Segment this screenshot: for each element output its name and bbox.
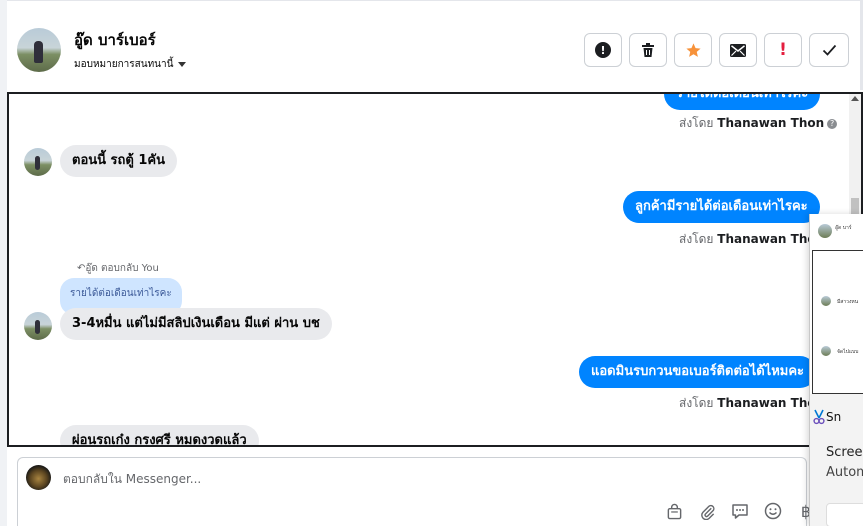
overlay-tiny-text: อู๊ด บาร์ — [835, 225, 852, 231]
messenger-inbox-page: อู๊ด บาร์เบอร์ มอบหมายการสนทนานี้ ! ! รา… — [0, 0, 863, 526]
conversation-thread[interactable]: รายได้ต่อเดือนเท่าไรคะ ส่งโดย Thanawan T… — [7, 92, 863, 447]
left-panel-edge — [0, 0, 7, 526]
message-bubble-incoming[interactable]: 3-4หมื่น แต่ไม่มีสลิปเงินเดือน มีแต่ ผ่า… — [60, 308, 332, 340]
composer-tools: ฿ — [664, 501, 816, 521]
scroll-up-arrow-icon[interactable] — [851, 96, 859, 101]
assign-label: มอบหมายการสนทนานี้ — [74, 59, 174, 70]
shopping-bag-button[interactable] — [664, 501, 684, 521]
reply-input[interactable] — [63, 472, 663, 486]
assign-conversation-dropdown[interactable]: มอบหมายการสนทนานี้ — [74, 57, 187, 72]
envelope-icon — [730, 43, 746, 57]
mark-done-button[interactable] — [809, 33, 849, 67]
sent-by-prefix: ส่งโดย — [679, 396, 714, 410]
overlay-screenshot-preview: มีสาวงหน จัดไปแบบ — [812, 250, 863, 394]
sent-by-label: ส่งโดย Thanawan Thon — [679, 394, 824, 413]
reply-indicator: ↶อู๊ด ตอบกลับ You — [77, 263, 159, 274]
reply-composer: ฿ — [17, 457, 811, 526]
attach-file-button[interactable] — [697, 501, 717, 521]
page-avatar — [26, 465, 51, 490]
sent-by-label: ส่งโดย Thanawan Thon — [679, 230, 824, 249]
message-bubble-outgoing[interactable]: รายได้ต่อเดือนเท่าไรคะ — [664, 94, 821, 110]
overlay-thumbnail-header: อู๊ด บาร์ — [810, 214, 863, 250]
sent-by-prefix: ส่งโดย — [679, 116, 714, 130]
smiley-icon — [764, 502, 782, 520]
exclamation-circle-icon: ! — [595, 42, 611, 58]
trash-icon — [642, 43, 654, 57]
conversation-header: อู๊ด บาร์เบอร์ มอบหมายการสนทนานี้ ! ! — [7, 0, 863, 92]
message-bubble-outgoing[interactable]: ลูกค้ามีรายได้ต่อเดือนเท่าไรคะ — [623, 191, 820, 223]
report-button[interactable]: ! — [584, 33, 622, 67]
snipping-tool-title: Sn — [826, 410, 842, 424]
chat-bubble-icon — [732, 503, 748, 519]
conversation-toolbar: ! ! — [584, 33, 849, 67]
message-bubble-outgoing[interactable]: แอดมินรบกวนขอเบอร์ติดต่อได้ไหมคะ — [579, 356, 817, 388]
emoji-button[interactable] — [763, 501, 783, 521]
star-button[interactable] — [674, 33, 712, 67]
saved-replies-button[interactable] — [730, 501, 750, 521]
overlay-tiny-text: จัดไปแบบ — [837, 349, 859, 355]
paperclip-icon — [700, 504, 715, 520]
star-icon — [685, 42, 701, 57]
notification-title: Screer — [826, 445, 863, 460]
overlay-tiny-text: มีสาวงหน — [837, 299, 859, 305]
notification-action-button[interactable] — [826, 503, 863, 526]
snipping-tool-icon — [813, 409, 825, 425]
contact-avatar[interactable] — [17, 28, 61, 72]
snipping-tool-overlay[interactable]: อู๊ด บาร์ มีสาวงหน จัดไปแบบ Sn Screer Au… — [809, 214, 863, 526]
sender-name: Thanawan Thon — [717, 116, 825, 130]
mark-unread-button[interactable] — [719, 33, 757, 67]
notification-body: Autom — [826, 465, 863, 480]
shopping-bag-icon — [667, 503, 681, 519]
contact-avatar-small[interactable] — [24, 312, 52, 340]
delete-button[interactable] — [629, 33, 667, 67]
contact-avatar-small[interactable] — [24, 148, 52, 176]
overlay-avatar — [821, 346, 831, 356]
caret-down-icon — [178, 62, 187, 67]
message-bubble-incoming[interactable]: ผ่อนรถเก๋ง กรงศรี หมดงวดแล้ว — [60, 425, 259, 445]
contact-name[interactable]: อู๊ด บาร์เบอร์ — [74, 28, 156, 52]
question-circle-icon[interactable]: ? — [827, 119, 838, 129]
checkmark-icon — [822, 44, 836, 56]
mark-urgent-button[interactable]: ! — [764, 33, 802, 67]
sent-by-label: ส่งโดย Thanawan Thon? — [679, 114, 838, 133]
overlay-avatar — [821, 296, 831, 306]
message-bubble-incoming[interactable]: ตอนนี้ รถตู้ 1คัน — [60, 145, 177, 177]
exclamation-icon: ! — [779, 40, 787, 60]
overlay-avatar — [818, 224, 832, 238]
sent-by-prefix: ส่งโดย — [679, 232, 714, 246]
